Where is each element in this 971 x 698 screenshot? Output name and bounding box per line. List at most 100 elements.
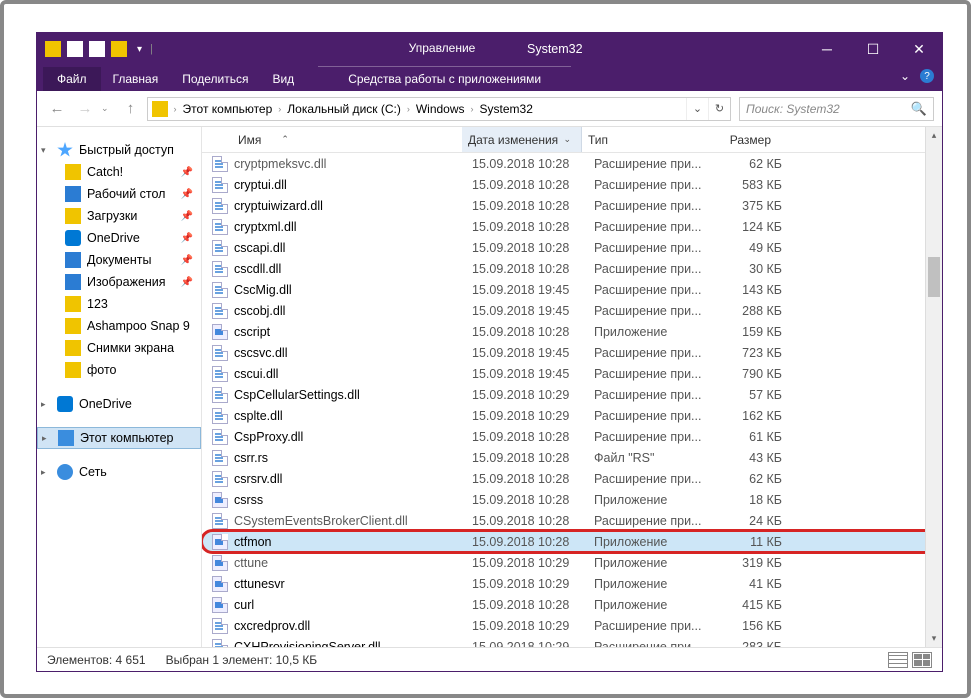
address-dropdown[interactable]: ⌄ xyxy=(686,98,708,120)
qat-dropdown-icon[interactable]: ▾ xyxy=(137,44,142,55)
scroll-down-button[interactable]: ▾ xyxy=(926,630,942,647)
breadcrumb[interactable]: Этот компьютер xyxy=(179,102,277,116)
sidebar-onedrive[interactable]: OneDrive xyxy=(37,393,201,415)
sidebar-item[interactable]: Ashampoo Snap 9 xyxy=(37,315,201,337)
tab-view[interactable]: Вид xyxy=(260,67,306,91)
file-type: Расширение при... xyxy=(594,409,714,423)
file-row[interactable]: cscsvc.dll15.09.2018 19:45Расширение при… xyxy=(202,342,942,363)
file-row[interactable]: cxcredprov.dll15.09.2018 10:29Расширение… xyxy=(202,615,942,636)
file-date: 15.09.2018 10:28 xyxy=(472,535,594,549)
column-date[interactable]: Дата изменения⌄ xyxy=(462,127,582,152)
file-row[interactable]: CSystemEventsBrokerClient.dll15.09.2018 … xyxy=(202,510,942,531)
file-row[interactable]: csrsrv.dll15.09.2018 10:28Расширение при… xyxy=(202,468,942,489)
file-type: Расширение при... xyxy=(594,472,714,486)
scroll-up-button[interactable]: ▴ xyxy=(926,127,942,144)
sidebar-item[interactable]: OneDrive📌 xyxy=(37,227,201,249)
scroll-thumb[interactable] xyxy=(928,257,940,297)
tab-context-tools[interactable]: Средства работы с приложениями xyxy=(318,66,571,91)
help-icon[interactable]: ? xyxy=(920,69,934,83)
file-size: 583 КБ xyxy=(714,178,782,192)
qat-icon[interactable] xyxy=(111,41,127,57)
file-type: Расширение при... xyxy=(594,178,714,192)
filter-dropdown-icon[interactable]: ⌄ xyxy=(563,134,571,145)
maximize-button[interactable]: ☐ xyxy=(850,33,896,65)
file-icon xyxy=(212,387,228,403)
view-details-button[interactable] xyxy=(888,652,908,668)
file-row[interactable]: cryptpmeksvc.dll15.09.2018 10:28Расширен… xyxy=(202,153,942,174)
file-row[interactable]: csrr.rs15.09.2018 10:28Файл "RS"43 КБ xyxy=(202,447,942,468)
titlebar[interactable]: ▾ | Управление System32 ─ ☐ ✕ xyxy=(37,33,942,65)
file-row[interactable]: cryptuiwizard.dll15.09.2018 10:28Расшире… xyxy=(202,195,942,216)
ribbon-expand-icon[interactable]: ⌄ xyxy=(900,69,910,83)
file-name: cscapi.dll xyxy=(234,241,472,255)
navbar: ← → ⌄ ↑ › Этот компьютер › Локальный дис… xyxy=(37,91,942,127)
sidebar-this-pc[interactable]: Этот компьютер xyxy=(37,427,201,449)
file-name: curl xyxy=(234,598,472,612)
sidebar-item[interactable]: Изображения📌 xyxy=(37,271,201,293)
file-size: 18 КБ xyxy=(714,493,782,507)
qat-icon[interactable] xyxy=(67,41,83,57)
file-type: Расширение при... xyxy=(594,367,714,381)
close-button[interactable]: ✕ xyxy=(896,33,942,65)
file-row[interactable]: CscMig.dll15.09.2018 19:45Расширение при… xyxy=(202,279,942,300)
view-large-button[interactable] xyxy=(912,652,932,668)
file-name: csrr.rs xyxy=(234,451,472,465)
tab-file[interactable]: Файл xyxy=(43,67,101,91)
file-row[interactable]: csrss15.09.2018 10:28Приложение18 КБ xyxy=(202,489,942,510)
file-size: 283 КБ xyxy=(714,640,782,648)
file-row[interactable]: cttune15.09.2018 10:29Приложение319 КБ xyxy=(202,552,942,573)
breadcrumb[interactable]: System32 xyxy=(476,102,537,116)
file-date: 15.09.2018 10:28 xyxy=(472,178,594,192)
tab-home[interactable]: Главная xyxy=(101,67,171,91)
file-row[interactable]: cryptui.dll15.09.2018 10:28Расширение пр… xyxy=(202,174,942,195)
column-size[interactable]: Размер xyxy=(702,133,777,147)
context-tab-label: Управление xyxy=(372,33,512,55)
downloads-icon xyxy=(65,208,81,224)
file-row[interactable]: CspCellularSettings.dll15.09.2018 10:29Р… xyxy=(202,384,942,405)
file-row[interactable]: cscui.dll15.09.2018 19:45Расширение при.… xyxy=(202,363,942,384)
sidebar-item[interactable]: Загрузки📌 xyxy=(37,205,201,227)
file-row[interactable]: CspProxy.dll15.09.2018 10:28Расширение п… xyxy=(202,426,942,447)
file-size: 156 КБ xyxy=(714,619,782,633)
file-row[interactable]: ctfmon15.09.2018 10:28Приложение11 КБ xyxy=(202,531,942,552)
forward-button[interactable]: → xyxy=(73,97,97,121)
file-row[interactable]: cscobj.dll15.09.2018 19:45Расширение при… xyxy=(202,300,942,321)
back-button[interactable]: ← xyxy=(45,97,69,121)
column-name[interactable]: Имя⌃ xyxy=(232,133,462,147)
sidebar-item[interactable]: 123 xyxy=(37,293,201,315)
breadcrumb[interactable]: Windows xyxy=(412,102,469,116)
sidebar-item[interactable]: фото xyxy=(37,359,201,381)
file-row[interactable]: cscdll.dll15.09.2018 10:28Расширение при… xyxy=(202,258,942,279)
sidebar-item[interactable]: Документы📌 xyxy=(37,249,201,271)
file-row[interactable]: cscapi.dll15.09.2018 10:28Расширение при… xyxy=(202,237,942,258)
history-dropdown[interactable]: ⌄ xyxy=(101,103,109,114)
file-row[interactable]: cttunesvr15.09.2018 10:29Приложение41 КБ xyxy=(202,573,942,594)
file-row[interactable]: CXHProvisioningServer.dll15.09.2018 10:2… xyxy=(202,636,942,647)
refresh-button[interactable]: ↻ xyxy=(708,98,730,120)
column-type[interactable]: Тип xyxy=(582,133,702,147)
explorer-window: ▾ | Управление System32 ─ ☐ ✕ Файл Главн… xyxy=(36,32,943,672)
tab-share[interactable]: Поделиться xyxy=(170,67,260,91)
sidebar-item[interactable]: Catch!📌 xyxy=(37,161,201,183)
qat-icon[interactable] xyxy=(89,41,105,57)
sidebar-item[interactable]: Снимки экрана xyxy=(37,337,201,359)
address-bar[interactable]: › Этот компьютер › Локальный диск (C:) ›… xyxy=(147,97,731,121)
file-row[interactable]: cscript15.09.2018 10:28Приложение159 КБ xyxy=(202,321,942,342)
sidebar-network[interactable]: Сеть xyxy=(37,461,201,483)
sidebar-item[interactable]: Рабочий стол📌 xyxy=(37,183,201,205)
status-count: Элементов: 4 651 xyxy=(47,653,146,667)
sidebar-quick-access[interactable]: Быстрый доступ xyxy=(37,139,201,161)
file-list[interactable]: cryptpmeksvc.dll15.09.2018 10:28Расширен… xyxy=(202,153,942,647)
minimize-button[interactable]: ─ xyxy=(804,33,850,65)
breadcrumb[interactable]: Локальный диск (C:) xyxy=(283,102,405,116)
file-row[interactable]: csplte.dll15.09.2018 10:29Расширение при… xyxy=(202,405,942,426)
file-type: Расширение при... xyxy=(594,283,714,297)
file-row[interactable]: curl15.09.2018 10:28Приложение415 КБ xyxy=(202,594,942,615)
search-input[interactable]: Поиск: System32 🔍 xyxy=(739,97,934,121)
up-button[interactable]: ↑ xyxy=(119,97,143,121)
search-icon[interactable]: 🔍 xyxy=(911,101,927,117)
window-title: System32 xyxy=(527,42,583,56)
file-row[interactable]: cryptxml.dll15.09.2018 10:28Расширение п… xyxy=(202,216,942,237)
file-date: 15.09.2018 10:28 xyxy=(472,598,594,612)
scrollbar[interactable]: ▴ ▾ xyxy=(925,127,942,647)
